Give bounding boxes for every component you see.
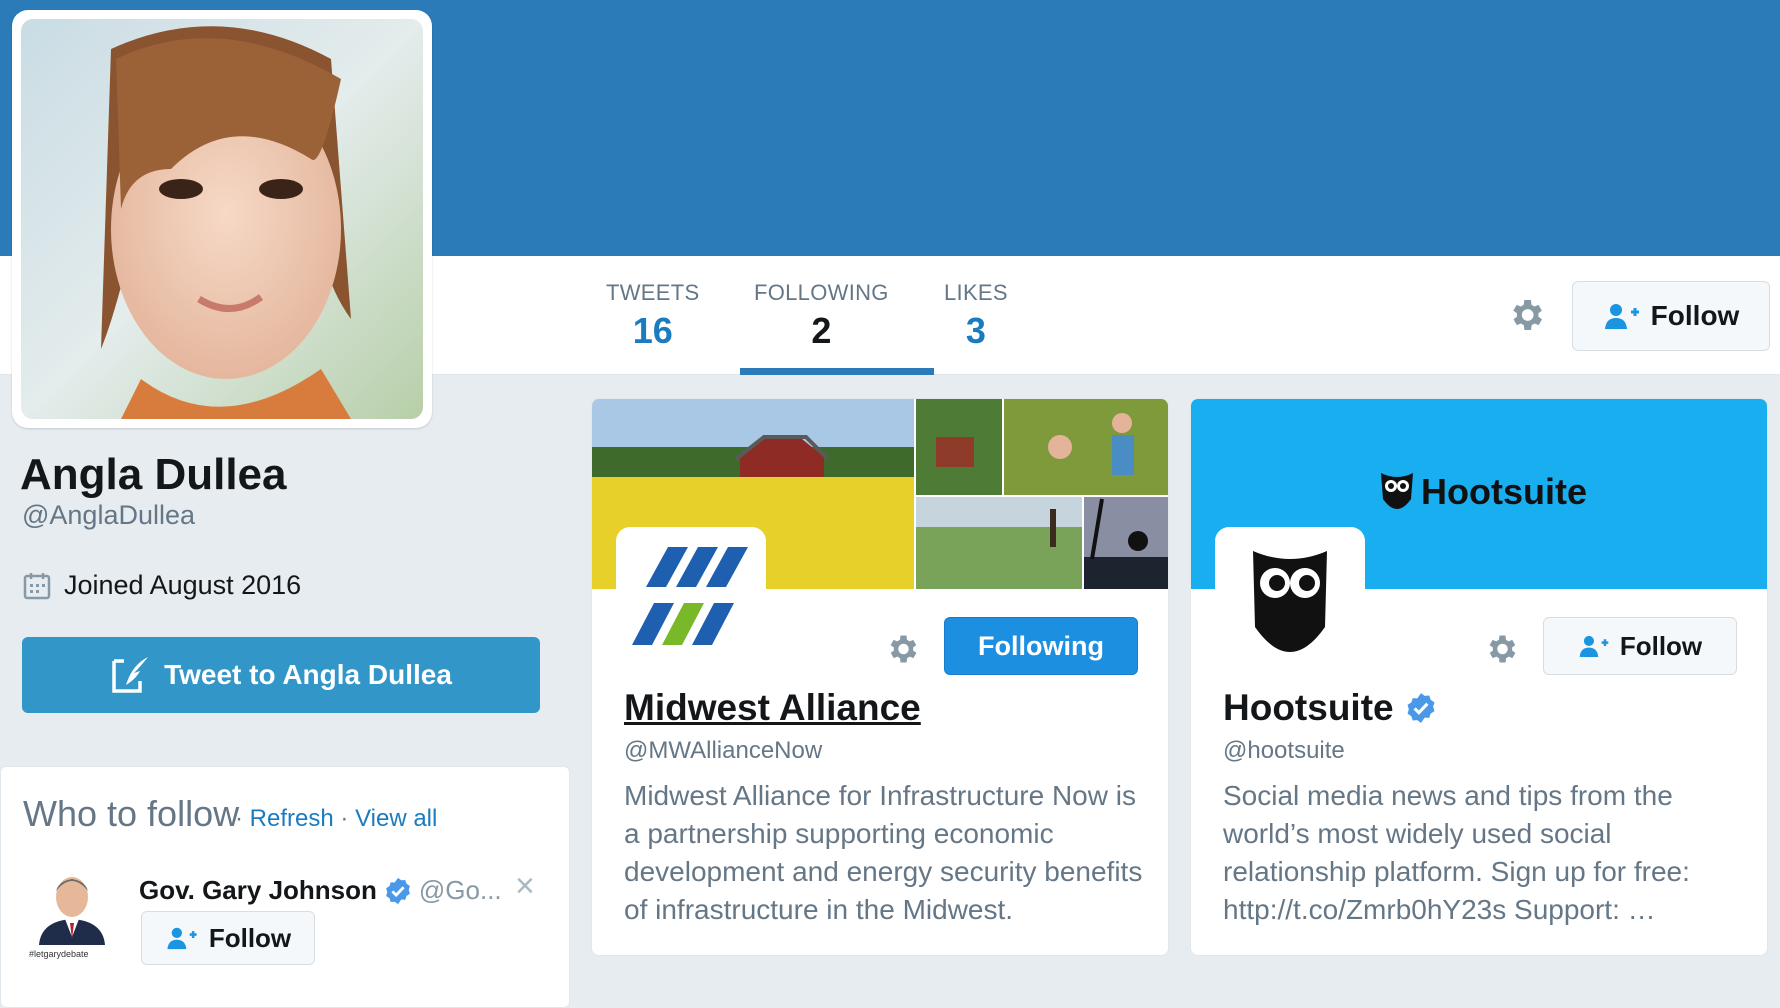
suggestion-follow-button[interactable]: Follow xyxy=(141,911,315,965)
add-user-icon xyxy=(167,927,197,950)
card-follow-button[interactable]: Follow xyxy=(1543,617,1737,675)
verified-badge-icon xyxy=(1407,693,1435,723)
profile-card-hootsuite[interactable]: Hootsuite Follow Hootsuite @hootsuite So… xyxy=(1190,398,1768,956)
follow-button-label: Follow xyxy=(1650,300,1740,331)
compose-quill-icon xyxy=(112,657,149,693)
card-handle: @hootsuite xyxy=(1223,737,1345,764)
joined-date: Joined August 2016 xyxy=(22,570,301,601)
card-settings-gear-icon[interactable] xyxy=(884,631,920,667)
add-user-icon xyxy=(1604,304,1639,329)
stat-tweets[interactable]: TWEETS 16 xyxy=(606,280,699,352)
card-follow-label: Follow xyxy=(1619,630,1703,661)
stat-tweets-label: TWEETS xyxy=(606,280,700,305)
view-all-link[interactable]: View all xyxy=(355,805,437,832)
card-settings-gear-icon[interactable] xyxy=(1483,631,1519,667)
midwest-alliance-logo xyxy=(616,527,766,677)
profile-card-midwest-alliance[interactable]: Following Midwest Alliance @MWAllianceNo… xyxy=(591,398,1169,956)
suggestion-handle: @Go... xyxy=(418,875,502,905)
refresh-link[interactable]: Refresh xyxy=(250,805,334,832)
add-user-icon xyxy=(1579,635,1609,657)
who-to-follow-links: · Refresh · View all xyxy=(235,805,437,833)
stat-likes[interactable]: LIKES 3 xyxy=(944,280,1008,352)
stat-following[interactable]: FOLLOWING 2 xyxy=(754,280,889,352)
stat-likes-label: LIKES xyxy=(944,280,1008,305)
stat-likes-value: 3 xyxy=(965,310,986,351)
separator: · xyxy=(235,805,243,832)
tweet-to-button[interactable]: Tweet to Angla Dullea xyxy=(22,637,540,713)
stat-following-label: FOLLOWING xyxy=(754,280,889,305)
stat-tweets-value: 16 xyxy=(632,310,673,351)
suggestion-name-line[interactable]: Gov. Gary Johnson @Go... xyxy=(139,875,502,906)
joined-text: Joined August 2016 xyxy=(64,570,302,600)
tweet-to-label: Tweet to Angla Dullea xyxy=(164,659,452,690)
card-name[interactable]: Hootsuite xyxy=(1223,687,1438,729)
suggestion-avatar-caption: #letgarydebate xyxy=(29,949,89,959)
card-handle: @MWAllianceNow xyxy=(624,737,823,764)
card-bio: Social media news and tips from the worl… xyxy=(1223,780,1690,925)
card-bio: Midwest Alliance for Infrastructure Now … xyxy=(624,780,1143,925)
who-to-follow-module: Who to follow · Refresh · View all #letg… xyxy=(0,766,570,1008)
who-to-follow-title: Who to follow xyxy=(23,793,240,834)
suggestion-follow-label: Follow xyxy=(208,922,292,953)
profile-handle: @AnglaDullea xyxy=(22,500,196,530)
hootsuite-owl-logo xyxy=(1215,527,1365,677)
avatar-photo xyxy=(21,19,423,419)
separator: · xyxy=(340,805,349,832)
card-name[interactable]: Midwest Alliance xyxy=(624,687,921,729)
profile-name: Angla Dullea xyxy=(20,450,287,499)
following-button[interactable]: Following xyxy=(944,617,1138,675)
suggestion-name: Gov. Gary Johnson xyxy=(139,875,377,905)
dismiss-suggestion-close-icon[interactable]: × xyxy=(515,867,535,906)
settings-gear-icon[interactable] xyxy=(1506,295,1546,335)
card-name-text: Hootsuite xyxy=(1223,687,1394,728)
follow-button[interactable]: Follow xyxy=(1572,281,1770,351)
verified-badge-icon xyxy=(386,877,410,904)
profile-avatar[interactable] xyxy=(12,10,432,428)
hootsuite-banner-text: Hootsuite xyxy=(1421,471,1587,512)
hootsuite-banner-owl-icon xyxy=(1381,473,1413,509)
calendar-icon xyxy=(23,572,51,599)
active-tab-indicator xyxy=(740,368,934,375)
stat-following-value: 2 xyxy=(811,310,832,351)
suggestion-avatar[interactable]: #letgarydebate xyxy=(27,863,117,961)
card-name-text: Midwest Alliance xyxy=(624,687,921,728)
